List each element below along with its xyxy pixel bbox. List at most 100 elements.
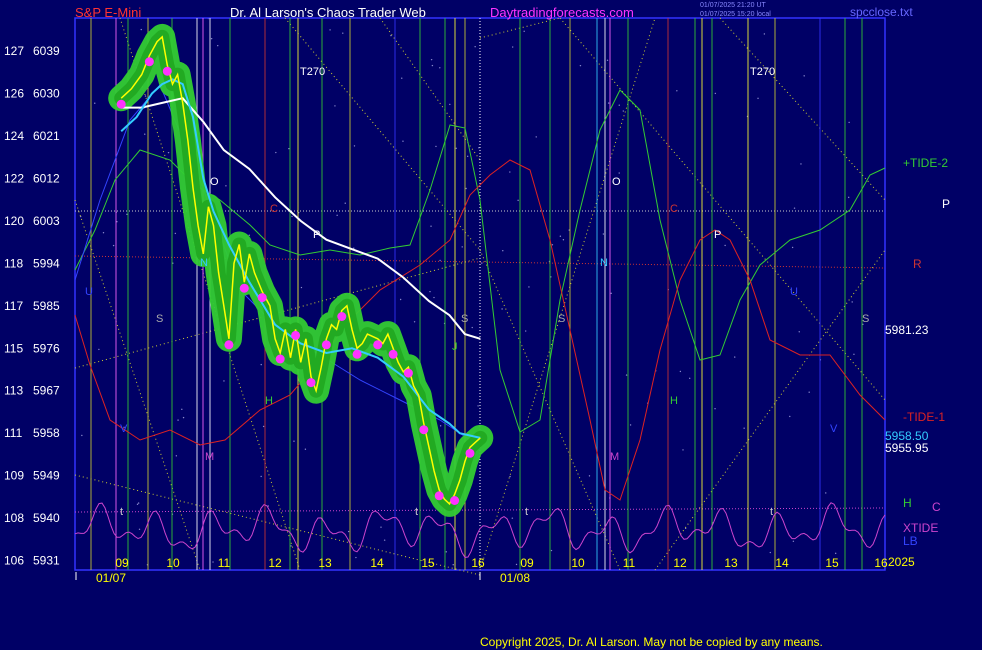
tide-minus-label: -TIDE-1	[903, 410, 945, 424]
label-layer: 127 6039 126 6030 124 6021 122 6012 120 6003 118 59…	[4, 44, 950, 585]
star-dot	[181, 408, 183, 411]
x-tick-label: 11	[623, 556, 636, 570]
x-tick-label: 16	[874, 556, 888, 570]
copyright-text: Copyright 2025, Dr. Al Larson. May not b…	[480, 635, 823, 649]
star-dot	[210, 37, 213, 40]
x-tick-label: 10	[571, 556, 585, 570]
y-tick-label-left: 108	[4, 511, 24, 525]
cycle-annotation: U	[790, 286, 798, 298]
star-dot	[402, 140, 404, 142]
date-label: 01/07	[96, 571, 126, 585]
star-dot	[847, 196, 850, 199]
price-marker	[224, 340, 234, 350]
cycle-annotation: t	[525, 506, 528, 518]
star-dot	[336, 214, 338, 217]
star-dot	[144, 95, 147, 97]
star-dot	[102, 232, 105, 234]
y-tick-label-price: 5940	[33, 511, 60, 525]
star-dot	[461, 246, 463, 248]
x-tick-label: 10	[166, 556, 180, 570]
star-dot	[853, 353, 855, 355]
author-title: Dr. Al Larson's Chaos Trader Web	[230, 5, 426, 20]
star-dot	[225, 185, 227, 187]
star-dot	[455, 147, 457, 149]
star-dot	[429, 290, 431, 293]
price-marker	[321, 340, 331, 350]
star-dot	[474, 46, 476, 48]
price-marker	[239, 283, 249, 293]
star-dot	[445, 551, 448, 553]
star-dot	[212, 561, 214, 563]
y-tick-label-left: 117	[4, 299, 23, 313]
star-dot	[291, 215, 293, 218]
y-tick-label-left: 126	[4, 86, 24, 100]
time-cycle-lines	[90, 18, 863, 570]
trend-line	[559, 17, 886, 401]
cycle-annotation: J	[452, 341, 458, 353]
y-tick-label-price: 5931	[33, 554, 60, 568]
star-dot	[607, 102, 610, 104]
cycle-annotation: t	[770, 506, 773, 518]
cycle-annotation: T270	[300, 66, 325, 78]
star-dot	[353, 145, 356, 147]
price-marker	[116, 99, 126, 109]
star-dot	[625, 374, 628, 376]
star-dot	[848, 121, 850, 124]
y-tick-label-price: 5976	[33, 341, 60, 355]
star-dot	[167, 151, 170, 154]
cycle-annotation: t	[120, 506, 123, 518]
y-tick-label-price: 6003	[33, 214, 60, 228]
y-tick-label-price: 6021	[33, 129, 60, 143]
star-dot	[347, 530, 350, 533]
star-dot	[800, 163, 802, 165]
star-dot	[618, 172, 620, 174]
star-dot	[610, 292, 612, 295]
star-dot	[177, 419, 179, 421]
cycle-annotation: C	[670, 203, 678, 215]
star-dot	[439, 259, 441, 262]
star-dot	[465, 187, 467, 190]
star-dot	[588, 475, 591, 477]
price-marker	[403, 368, 413, 378]
cycle-annotation: N	[200, 257, 208, 269]
star-dot	[290, 545, 292, 547]
cycle-annotation: S	[461, 313, 468, 325]
star-dot	[501, 308, 503, 310]
star-dot	[551, 244, 554, 246]
star-dot	[182, 416, 185, 419]
star-dot	[478, 147, 480, 149]
price-marker	[450, 496, 460, 505]
trend-line	[719, 17, 886, 201]
star-dot	[682, 449, 684, 451]
y-tick-label-price: 6039	[33, 44, 60, 58]
x-tick-label: 09	[520, 556, 534, 570]
price-marker	[306, 378, 316, 388]
y-tick-label-left: 115	[4, 341, 23, 355]
trend-line	[654, 249, 886, 571]
cycle-annotation: P	[313, 229, 320, 241]
trend-line	[284, 17, 481, 251]
y-tick-label-price: 6030	[33, 86, 60, 100]
y-tick-label-left: 124	[4, 129, 24, 143]
cycle-annotation: S	[558, 313, 565, 325]
star-dot	[523, 30, 525, 33]
star-dot	[137, 502, 140, 504]
star-dot	[174, 232, 177, 235]
star-dot	[714, 92, 717, 95]
x-tick-label: 14	[370, 556, 384, 570]
data-file-name: spcclose.txt	[850, 5, 913, 19]
star-dot	[344, 202, 346, 204]
year-label: 2025	[888, 555, 915, 569]
star-dot	[260, 475, 262, 478]
star-dot	[477, 405, 479, 407]
star-dot	[217, 44, 219, 47]
star-dot	[144, 133, 146, 135]
site-link[interactable]: Daytradingforecasts.com	[490, 5, 634, 20]
cycle-annotation: O	[612, 176, 621, 188]
y-tick-label-left: 118	[4, 256, 23, 270]
star-dot	[535, 136, 537, 138]
star-dot	[260, 363, 262, 366]
star-dot	[439, 425, 442, 427]
cycle-annotation: N	[600, 257, 608, 269]
lb-label: LB	[903, 534, 918, 548]
